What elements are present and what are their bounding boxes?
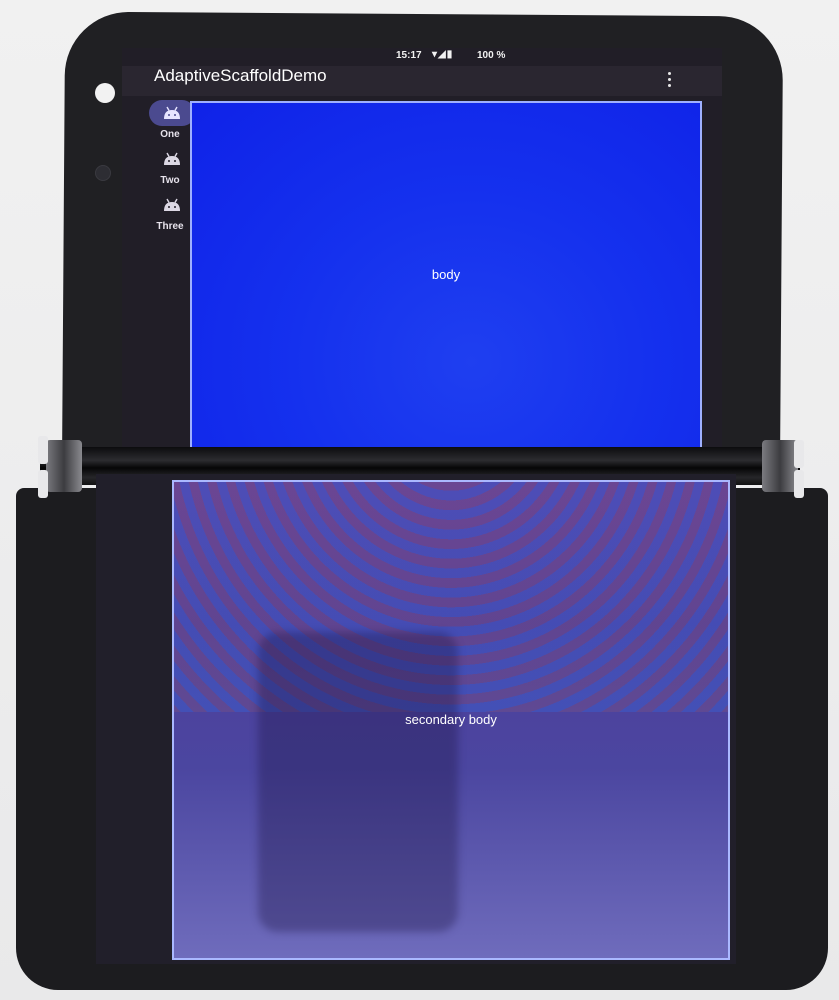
hinge-clip-left-bottom: [38, 470, 48, 498]
android-icon: [164, 106, 180, 119]
secondary-body-pane: secondary body: [172, 480, 730, 960]
hinge-clip-right-top: [794, 440, 804, 468]
hinge-cap-left: [46, 440, 82, 492]
hinge-clip-right-bottom: [794, 470, 804, 498]
app-title: AdaptiveScaffoldDemo: [154, 66, 327, 85]
body-label: body: [431, 267, 461, 282]
more-vert-icon[interactable]: [662, 69, 676, 89]
front-camera: [95, 83, 115, 103]
status-bar: 15:17 ▾◢▮ 100 %: [122, 48, 722, 66]
battery-level: 100 %: [477, 50, 506, 61]
signal-icon: ▾◢▮: [432, 49, 454, 60]
bottom-screen: secondary body: [96, 474, 736, 964]
hinge-clip-left-top: [38, 436, 48, 464]
hinge-cap-right: [762, 440, 798, 492]
body-pane: body: [190, 101, 702, 450]
android-icon: [164, 198, 180, 211]
secondary-body-label: secondary body: [405, 712, 497, 727]
status-time: 15:17: [396, 50, 422, 61]
android-icon: [164, 152, 180, 165]
app-bar: AdaptiveScaffoldDemo: [122, 66, 722, 96]
proximity-sensor: [95, 165, 111, 181]
reflection-shadow: [258, 632, 458, 932]
top-screen: 15:17 ▾◢▮ 100 % AdaptiveScaffoldDemo One: [122, 48, 722, 452]
